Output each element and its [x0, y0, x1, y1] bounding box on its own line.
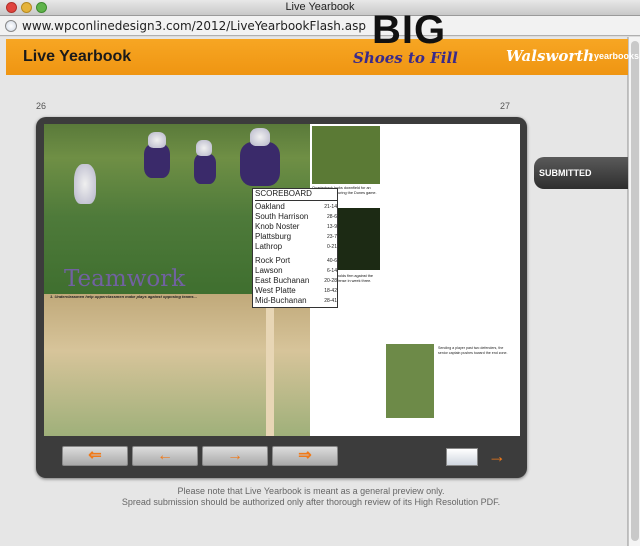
window-titlebar: Live Yearbook	[0, 0, 640, 16]
scoreboard-title: SCOREBOARD	[255, 189, 337, 201]
prev-page-button[interactable]: ←	[132, 446, 198, 466]
zoom-thumbnail[interactable]	[446, 448, 478, 466]
last-page-button[interactable]: ⇒	[272, 446, 338, 466]
window-title: Live Yearbook	[285, 1, 355, 13]
score-row: Knob Noster 13-9	[255, 222, 337, 232]
score-team: Mid-Buchanan	[255, 296, 307, 305]
player-figure	[196, 140, 212, 156]
score-row: East Buchanan 20-28	[255, 276, 337, 286]
score-team: East Buchanan	[255, 276, 310, 285]
score-value: 23-7	[326, 234, 337, 240]
score-value: 13-9	[326, 224, 337, 230]
zoom-arrow-icon[interactable]: →	[488, 446, 506, 467]
player-figure	[250, 128, 270, 146]
score-team: Lawson	[255, 266, 283, 275]
player-figure	[194, 154, 216, 184]
page-navigation: ⇐ ← → ⇒	[62, 446, 340, 466]
score-row: Lathrop 0-21	[255, 242, 337, 252]
preview-note: Please note that Live Yearbook is meant …	[76, 486, 546, 508]
vertical-scrollbar[interactable]	[628, 37, 640, 546]
url-text[interactable]: www.wpconlinedesign3.com/2012/LiveYearbo…	[22, 19, 366, 33]
score-value: 20-28	[324, 278, 337, 284]
score-team: Plattsburg	[255, 232, 292, 241]
left-page-number: 26	[36, 101, 47, 111]
right-page-number: 27	[500, 101, 511, 111]
score-value: 0-21	[326, 244, 337, 250]
next-page-button[interactable]: →	[202, 446, 268, 466]
decor-stripe	[250, 294, 290, 436]
score-team: Oakland	[255, 202, 285, 211]
score-team: South Harrison	[255, 212, 309, 221]
header-title: Live Yearbook	[23, 48, 132, 65]
score-row: South Harrison 28-6	[255, 212, 337, 222]
score-team: Knob Noster	[255, 222, 300, 231]
score-value: 28-41	[324, 298, 337, 304]
app-header: Live Yearbook Walsworth yearbooks	[6, 39, 639, 75]
score-row: Mid-Buchanan 28-41	[255, 296, 337, 306]
score-value: 18-42	[324, 288, 337, 294]
scrollbar-thumb[interactable]	[631, 41, 639, 541]
note-line-2: Spread submission should be authorized o…	[121, 497, 501, 507]
player-figure	[74, 164, 96, 204]
big-title: BIG	[372, 8, 447, 52]
thumbnail-photo	[312, 126, 380, 184]
score-row: West Platte 18-42	[255, 286, 337, 296]
thumbnail-photo	[386, 344, 434, 418]
status-badge: SUBMITTED	[534, 157, 628, 189]
score-value: 6-14	[326, 268, 337, 274]
brand-logo-suffix: yearbooks	[594, 51, 640, 61]
score-team: Lathrop	[255, 242, 283, 251]
scoreboard: SCOREBOARD Oakland 21-14 South Harrison 28…	[252, 188, 338, 308]
score-row: Oakland 21-14	[255, 202, 337, 212]
score-row: Lawson 6-14	[255, 266, 337, 276]
spread-headline: Teamwork	[64, 266, 186, 292]
score-row: Rock Port 40-6	[255, 256, 337, 266]
player-figure	[144, 144, 170, 178]
player-figure	[148, 132, 166, 148]
player-figure	[240, 142, 280, 186]
score-value: 40-6	[326, 258, 337, 264]
spread-subtitle: Shoes to Fill	[353, 49, 458, 67]
note-line-1: Please note that Live Yearbook is meant …	[177, 486, 445, 496]
score-value: 21-14	[324, 204, 337, 210]
right-caption: Sending a player past two defenders, the…	[438, 346, 508, 355]
first-page-button[interactable]: ⇐	[62, 446, 128, 466]
brand-logo: Walsworth	[506, 47, 595, 65]
globe-icon	[5, 20, 17, 32]
lower-caption: 1. Underclassmen help upperclassmen make…	[50, 294, 197, 299]
right-page: Sending a player past two defenders, the…	[382, 124, 520, 436]
address-bar[interactable]: www.wpconlinedesign3.com/2012/LiveYearbo…	[0, 16, 640, 36]
score-team: West Platte	[255, 286, 296, 295]
score-row: Plattsburg 23-7	[255, 232, 337, 242]
score-team: Rock Port	[255, 256, 291, 265]
score-value: 28-6	[326, 214, 337, 220]
